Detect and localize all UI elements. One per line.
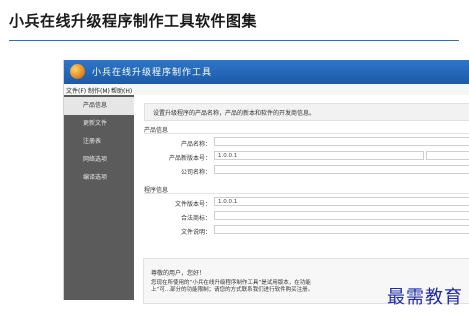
file-version-field[interactable]: 1.0.0.1 (214, 197, 469, 206)
product-version-field[interactable]: 1.0.0.1 (214, 151, 424, 160)
intro-text: 设置升级程序的产品名称，产品的新本和软件的开发商信息。 (153, 110, 316, 117)
sidebar: 产品信息 更新文件 注册表 网络选项 编译选项 (64, 95, 134, 300)
sidebar-item-compile-options[interactable]: 编译选项 (64, 169, 134, 187)
watermark-logo: 最需教育 (387, 287, 463, 308)
product-version-extra-field[interactable] (426, 151, 469, 160)
sidebar-item-update-files[interactable]: 更新文件 (64, 115, 134, 133)
trademark-label: 合法商标： (180, 215, 211, 222)
file-description-label: 文件说明： (180, 229, 211, 236)
title-divider (9, 40, 459, 41)
page-title: 小兵在线升级程序制作工具软件图集 (9, 12, 258, 30)
intro-box: 设置升级程序的产品名称，产品的新本和软件的开发商信息。 (144, 103, 469, 121)
app-logo-icon (70, 64, 85, 79)
sidebar-item-network-options[interactable]: 网络选项 (64, 151, 134, 169)
notice-body: 您现在所使用的“小兵在线升级程序制作工具”是试用版本，在功能上“可...部分的功… (151, 280, 314, 293)
file-version-label: 文件版本号： (174, 201, 211, 208)
trademark-field[interactable] (214, 211, 469, 220)
window-title: 小兵在线升级程序制作工具 (92, 68, 213, 78)
company-name-field[interactable] (214, 165, 469, 174)
company-name-label: 公司名称： (180, 169, 211, 176)
window-titlebar[interactable]: 小兵在线升级程序制作工具 (64, 60, 469, 84)
menu-help[interactable]: 帮助(H) (111, 86, 132, 95)
menu-make[interactable]: 制作(M) (88, 86, 110, 95)
file-description-field[interactable] (214, 225, 469, 234)
product-name-label: 产品名称： (180, 141, 211, 148)
sidebar-item-registry[interactable]: 注册表 (64, 133, 134, 151)
program-section-divider (144, 193, 469, 194)
menu-file[interactable]: 文件(F) (66, 86, 86, 95)
product-section-divider (144, 133, 469, 134)
notice-greeting: 尊敬的用户，您好！ (151, 270, 206, 277)
product-name-field[interactable] (214, 137, 469, 146)
sidebar-item-product-info[interactable]: 产品信息 (64, 97, 134, 115)
product-version-label: 产品新版本号： (168, 155, 211, 162)
